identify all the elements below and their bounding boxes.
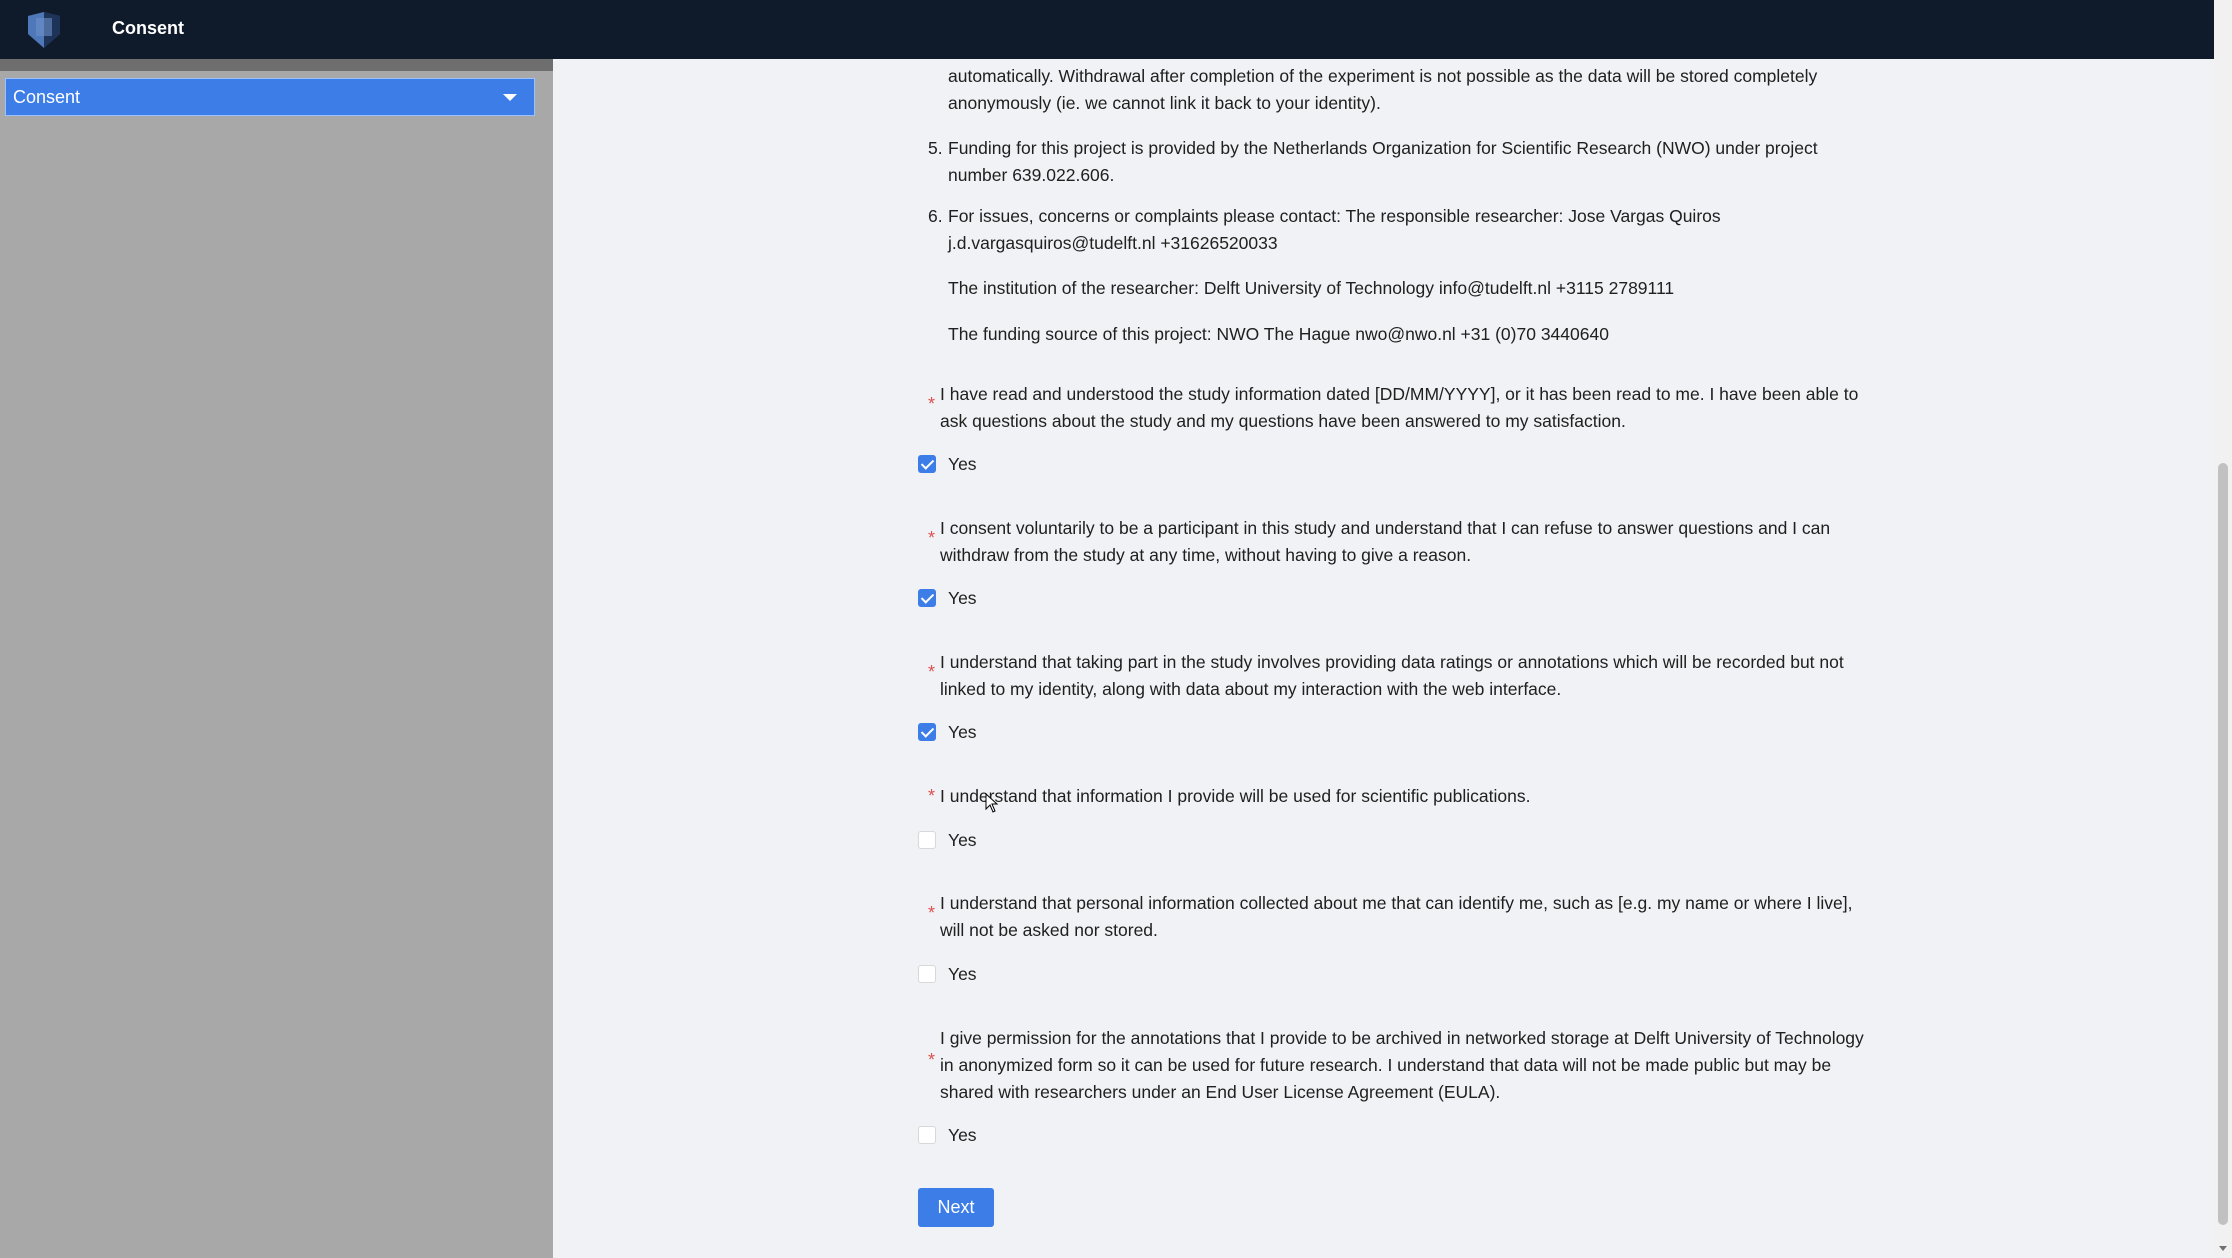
scroll-down-arrow-icon[interactable]: [2219, 1246, 2227, 1251]
checkbox[interactable]: [918, 455, 936, 473]
required-marker: *: [928, 1050, 936, 1070]
checkbox-label[interactable]: Yes: [948, 829, 977, 851]
checkbox-label[interactable]: Yes: [948, 721, 977, 743]
checkbox-label[interactable]: Yes: [948, 1124, 977, 1146]
required-marker: *: [928, 528, 936, 548]
checkbox[interactable]: [918, 831, 936, 849]
consent-form: automatically. Withdrawal after completi…: [553, 59, 2214, 1258]
info-item-6-text: For issues, concerns or complaints pleas…: [948, 206, 1721, 253]
section-select-value: Consent: [13, 87, 81, 107]
checkbox-label[interactable]: Yes: [948, 963, 977, 985]
app-title: Consent: [112, 18, 184, 38]
next-button[interactable]: Next: [918, 1188, 994, 1227]
question-text: I have read and understood the study inf…: [940, 384, 1859, 431]
required-marker: *: [928, 786, 936, 806]
info-item-6-number: 6.: [928, 206, 943, 226]
required-marker: *: [928, 903, 936, 923]
required-marker: *: [928, 394, 936, 414]
section-select[interactable]: Consent: [5, 78, 535, 116]
shield-logo-icon[interactable]: [24, 10, 64, 50]
page-scrollbar[interactable]: [2214, 0, 2232, 1258]
sidebar: Consent: [0, 59, 553, 1258]
chevron-down-icon: [503, 94, 517, 101]
question-text: I understand that information I provide …: [940, 786, 1531, 806]
info-item-5-text: Funding for this project is provided by …: [948, 138, 1818, 185]
question-text: I understand that taking part in the stu…: [940, 652, 1844, 699]
contact-funding: The funding source of this project: NWO …: [948, 324, 1609, 344]
mouse-cursor-icon: [985, 793, 999, 813]
checkbox[interactable]: [918, 723, 936, 741]
checkbox-label[interactable]: Yes: [948, 587, 977, 609]
question-text: I give permission for the annotations th…: [940, 1028, 1864, 1102]
checkbox[interactable]: [918, 965, 936, 983]
checkbox[interactable]: [918, 1126, 936, 1144]
top-navbar: Consent: [0, 0, 2214, 59]
contact-institution: The institution of the researcher: Delft…: [948, 278, 1675, 298]
question-text: I understand that personal information c…: [940, 893, 1853, 940]
required-marker: *: [928, 662, 936, 682]
info-item-4-tail: automatically. Withdrawal after completi…: [948, 66, 1818, 113]
sidebar-top-strip: [0, 59, 553, 71]
checkbox-label[interactable]: Yes: [948, 453, 977, 475]
info-item-5-number: 5.: [928, 138, 943, 158]
question-text: I consent voluntarily to be a participan…: [940, 518, 1831, 565]
scrollbar-thumb[interactable]: [2218, 463, 2228, 1225]
checkbox[interactable]: [918, 589, 936, 607]
